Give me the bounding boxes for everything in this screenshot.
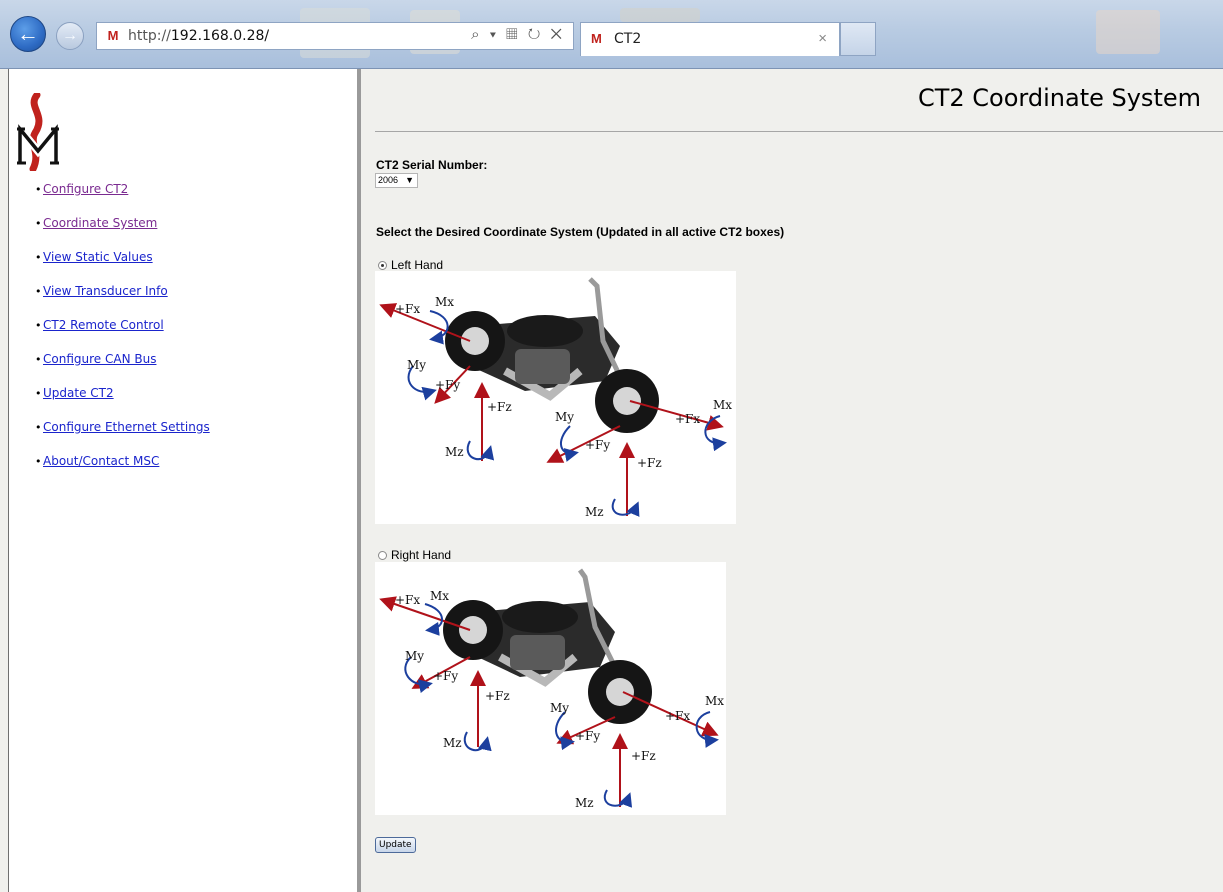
update-button[interactable]: Update: [375, 837, 416, 853]
nav-item-coordinate-system: • Coordinate System: [35, 216, 158, 230]
left-hand-label: Left Hand: [391, 258, 444, 272]
mx-front-label: Mx: [705, 694, 724, 708]
my-label: My: [407, 358, 426, 372]
chevron-down-icon: ▼: [405, 175, 414, 185]
serial-number-value: 2006: [378, 175, 399, 185]
fy-label: +Fy: [435, 378, 460, 392]
nav-link-configure-ct2[interactable]: Configure CT2: [43, 182, 128, 196]
nav-item-ct2-remote-control: • CT2 Remote Control: [35, 318, 164, 332]
new-tab-button[interactable]: [840, 22, 876, 56]
right-hand-label: Right Hand: [391, 548, 452, 562]
close-tab-icon[interactable]: ×: [818, 30, 827, 47]
right-hand-diagram: +Fx Mx My +Fy +Fz Mz +Fx Mx My +Fy +Fz M…: [375, 562, 726, 815]
fz-front-label: +Fz: [631, 749, 656, 763]
nav-item-configure-ct2: • Configure CT2: [35, 182, 129, 196]
mz-label: Mz: [443, 736, 462, 750]
nav-item-configure-can-bus: • Configure CAN Bus: [35, 352, 157, 366]
nav-link-update-ct2[interactable]: Update CT2: [43, 386, 114, 400]
msc-logo-icon: [17, 93, 59, 171]
left-hand-diagram: +Fx Mx My +Fy +Fz Mz +Fx Mx My +Fy +Fz M…: [375, 271, 736, 524]
left-hand-motorcycle-image: +Fx Mx My +Fy +Fz Mz +Fx Mx My +Fy +Fz M…: [379, 277, 732, 519]
my-front-label: My: [555, 410, 574, 424]
right-hand-radio[interactable]: [378, 550, 387, 560]
nav-link-about-contact[interactable]: About/Contact MSC: [43, 454, 159, 468]
nav-item-view-static-values: • View Static Values: [35, 250, 153, 264]
browser-toolbar: ← → M http://192.168.0.28/ ⌕ ▾ ▦ ↻ ✕ M C…: [0, 0, 1223, 69]
tab-title: CT2: [614, 31, 642, 47]
nav-link-ct2-remote-control[interactable]: CT2 Remote Control: [43, 318, 164, 332]
fy-front-label: +Fy: [575, 729, 600, 743]
nav-item-update-ct2: • Update CT2: [35, 386, 114, 400]
main-content: CT2 Coordinate System CT2 Serial Number:…: [361, 69, 1223, 892]
forward-button[interactable]: →: [56, 22, 84, 50]
fy-front-label: +Fy: [585, 438, 610, 452]
mx-label: Mx: [435, 295, 454, 309]
serial-number-label: CT2 Serial Number:: [376, 158, 488, 172]
right-hand-motorcycle-image: +Fx Mx My +Fy +Fz Mz +Fx Mx My +Fy +Fz M…: [379, 568, 724, 810]
right-hand-option[interactable]: Right Hand: [378, 548, 451, 562]
left-hand-radio[interactable]: [378, 260, 387, 270]
fx-front-label: +Fx: [675, 412, 700, 426]
url-host: 192.168.0.28/: [170, 28, 270, 44]
fz-label: +Fz: [487, 400, 512, 414]
page-title: CT2 Coordinate System: [917, 84, 1201, 112]
nav-link-coordinate-system[interactable]: Coordinate System: [43, 216, 157, 230]
mx-front-label: Mx: [713, 398, 732, 412]
back-button[interactable]: ←: [10, 16, 46, 52]
motorcycle-body: [443, 568, 652, 724]
motorcycle-body: [445, 277, 659, 433]
nav-item-about-contact: • About/Contact MSC: [35, 454, 160, 468]
nav-link-configure-can-bus[interactable]: Configure CAN Bus: [43, 352, 156, 366]
mz-front-label: Mz: [585, 505, 604, 519]
nav-item-view-transducer-info: • View Transducer Info: [35, 284, 168, 298]
fz-label: +Fz: [485, 689, 510, 703]
nav-link-configure-ethernet[interactable]: Configure Ethernet Settings: [43, 420, 210, 434]
fx-label: +Fx: [395, 593, 420, 607]
mx-label: Mx: [430, 589, 449, 603]
nav-link-view-static-values[interactable]: View Static Values: [43, 250, 153, 264]
mz-front-label: Mz: [575, 796, 594, 810]
address-url[interactable]: http://192.168.0.28/: [128, 28, 269, 44]
sidebar: • Configure CT2 • Coordinate System • View …: [8, 69, 361, 892]
nav-link-view-transducer-info[interactable]: View Transducer Info: [43, 284, 168, 298]
tab-favicon-icon: M: [591, 31, 602, 46]
mz-label: Mz: [445, 445, 464, 459]
my-front-label: My: [550, 701, 569, 715]
forward-arrow-icon: →: [62, 27, 78, 44]
url-prefix: http://: [128, 28, 171, 44]
address-bar[interactable]: M http://192.168.0.28/ ⌕ ▾ ▦ ↻ ✕: [96, 22, 574, 50]
nav-list: • Configure CT2 • Coordinate System • View …: [35, 182, 210, 488]
serial-number-select[interactable]: 2006 ▼: [375, 173, 418, 188]
nav-item-configure-ethernet: • Configure Ethernet Settings: [35, 420, 210, 434]
title-divider: [375, 131, 1223, 132]
coordinate-instruction: Select the Desired Coordinate System (Up…: [376, 225, 785, 239]
tab-ct2[interactable]: M CT2 ×: [580, 22, 840, 56]
fz-front-label: +Fz: [637, 456, 662, 470]
fx-label: +Fx: [395, 302, 420, 316]
site-favicon-icon: M: [107, 28, 119, 43]
fx-front-label: +Fx: [665, 709, 690, 723]
fy-label: +Fy: [433, 669, 458, 683]
address-actions-icons[interactable]: ⌕ ▾ ▦ ↻ ✕: [471, 26, 565, 43]
back-arrow-icon: ←: [17, 21, 39, 46]
my-label: My: [405, 649, 424, 663]
left-hand-option[interactable]: Left Hand: [378, 258, 443, 272]
